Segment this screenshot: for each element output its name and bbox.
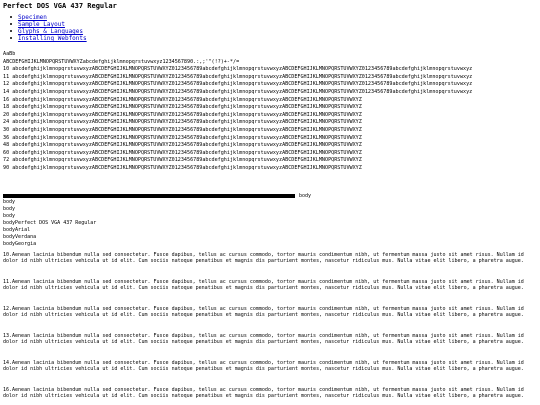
sample-line: bodyPerfect DOS VGA 437 Regular — [3, 220, 97, 226]
page-title: Perfect DOS VGA 437 Regular — [3, 2, 117, 10]
sample-paragraphs: 10.Aenean lacinia bibendum nulla sed con… — [3, 252, 537, 405]
paragraph-13: 13.Aenean lacinia bibendum nulla sed con… — [3, 333, 524, 345]
font-specimen-page: Perfect DOS VGA 437 Regular Specimen Sam… — [0, 0, 540, 405]
specimen-row: 24 abcdefghijklmnopqrstuvwxyzABCDEFGHIJK… — [3, 119, 362, 126]
sample-lines: body body body bodyPerfect DOS VGA 437 R… — [3, 199, 540, 248]
paragraph-11: 11.Aenean lacinia bibendum nulla sed con… — [3, 279, 524, 291]
specimen-row: 10 abcdefghijklmnopqrstuvwxyzABCDEFGHIJK… — [3, 66, 473, 73]
specimen-row: 18 abcdefghijklmnopqrstuvwxyzABCDEFGHIJK… — [3, 104, 362, 111]
paragraph-10: 10.Aenean lacinia bibendum nulla sed con… — [3, 252, 524, 264]
sample-line: body — [3, 213, 16, 219]
specimen-row: 20 abcdefghijklmnopqrstuvwxyzABCDEFGHIJK… — [3, 111, 362, 118]
sample-line: body — [3, 206, 16, 212]
specimen-row: 30 abcdefghijklmnopqrstuvwxyzABCDEFGHIJK… — [3, 126, 362, 133]
specimen-row: 14 abcdefghijklmnopqrstuvwxyzABCDEFGHIJK… — [3, 88, 473, 95]
nav-item-installing-webfonts: Installing Webfonts — [8, 35, 87, 42]
specimen-row: 16 abcdefghijklmnopqrstuvwxyzABCDEFGHIJK… — [3, 96, 362, 103]
specimen-small-line: AaBb — [3, 51, 16, 57]
section-nav: Specimen Sample Layout Glyphs & Language… — [8, 14, 87, 42]
nav-link-installing-webfonts[interactable]: Installing Webfonts — [18, 35, 87, 42]
sample-line: body — [3, 199, 16, 205]
nav-link-glyphs-languages[interactable]: Glyphs & Languages — [18, 28, 83, 35]
sample-line: bodyGeorgia — [3, 241, 37, 247]
glyph-specimen: AaBb ABCDEFGHIJKLMNOPQRSTUVWXYZabcdefghi… — [3, 51, 540, 173]
nav-item-glyphs-languages: Glyphs & Languages — [8, 28, 87, 35]
black-bar — [3, 194, 295, 198]
nav-link-specimen[interactable]: Specimen — [18, 14, 47, 21]
sample-line: bodyArial — [3, 227, 31, 233]
nav-item-sample-layout: Sample Layout — [8, 21, 87, 28]
nav-link-sample-layout[interactable]: Sample Layout — [18, 21, 65, 28]
specimen-row: 36 abcdefghijklmnopqrstuvwxyzABCDEFGHIJK… — [3, 134, 362, 141]
sample-line: bodyVerdana — [3, 234, 37, 240]
specimen-row: 60 abcdefghijklmnopqrstuvwxyzABCDEFGHIJK… — [3, 149, 362, 156]
specimen-row: 48 abcdefghijklmnopqrstuvwxyzABCDEFGHIJK… — [3, 142, 362, 149]
specimen-row: 12 abcdefghijklmnopqrstuvwxyzABCDEFGHIJK… — [3, 81, 473, 88]
specimen-row: 90 abcdefghijklmnopqrstuvwxyzABCDEFGHIJK… — [3, 164, 362, 171]
specimen-row: 72 abcdefghijklmnopqrstuvwxyzABCDEFGHIJK… — [3, 157, 362, 164]
paragraph-12: 12.Aenean lacinia bibendum nulla sed con… — [3, 306, 524, 318]
specimen-alphabet-line: ABCDEFGHIJKLMNOPQRSTUVWXYZabcdefghijklmn… — [3, 58, 240, 65]
specimen-row: 11 abcdefghijklmnopqrstuvwxyzABCDEFGHIJK… — [3, 73, 473, 80]
paragraph-14: 14.Aenean lacinia bibendum nulla sed con… — [3, 360, 524, 372]
paragraph-16: 16.Aenean lacinia bibendum nulla sed con… — [3, 387, 524, 399]
nav-item-specimen: Specimen — [8, 14, 87, 21]
